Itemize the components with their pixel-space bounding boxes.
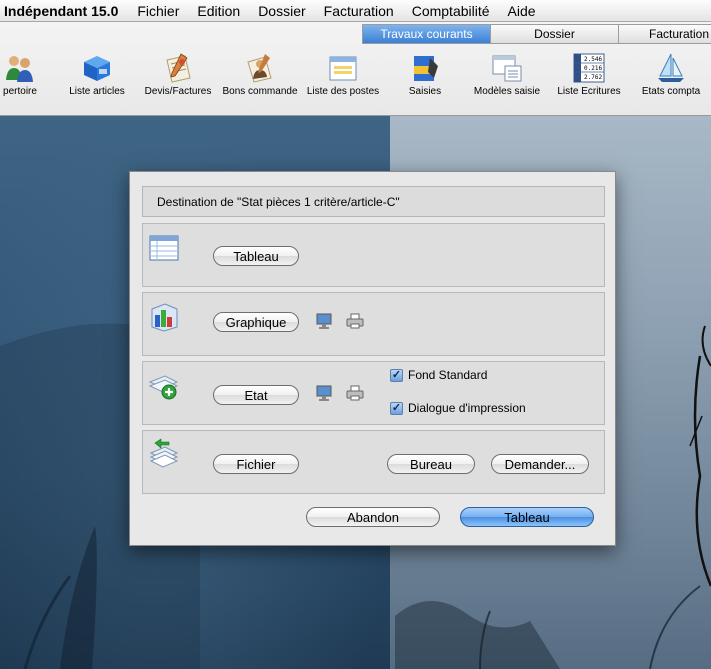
menu-comptabilite[interactable]: Comptabilité bbox=[403, 3, 499, 19]
abandon-button[interactable]: Abandon bbox=[306, 507, 440, 527]
window-list-icon bbox=[329, 56, 357, 81]
printer-icon[interactable] bbox=[346, 312, 364, 330]
tableau-panel: Tableau bbox=[142, 223, 605, 287]
menu-facturation[interactable]: Facturation bbox=[315, 3, 403, 19]
toolbar-saisies[interactable]: Saisies bbox=[400, 52, 450, 97]
toolbar-bons-commande[interactable]: Bons commande bbox=[222, 52, 298, 97]
templates-icon bbox=[492, 55, 522, 82]
bureau-button[interactable]: Bureau bbox=[387, 454, 475, 474]
app-menu[interactable]: Indépendant 15.0 bbox=[0, 3, 128, 19]
toolbar-liste-ecritures[interactable]: 2.546 0.216 2.762 Liste Ecritures bbox=[551, 52, 627, 97]
table-icon bbox=[149, 235, 179, 261]
box-icon bbox=[84, 56, 110, 81]
graphique-button[interactable]: Graphique bbox=[213, 312, 299, 332]
ok-button[interactable]: Tableau bbox=[460, 507, 594, 527]
report-add-icon bbox=[148, 375, 179, 400]
main-toolbar: Travaux courants Dossier Facturation per… bbox=[0, 22, 711, 116]
etat-button[interactable]: Etat bbox=[213, 385, 299, 405]
people-icon bbox=[6, 56, 33, 82]
toolbar-repertoire[interactable]: pertoire bbox=[0, 52, 42, 97]
checkmark-icon: ✓ bbox=[390, 401, 403, 415]
dialog-title: Destination de "Stat pièces 1 critère/ar… bbox=[142, 186, 605, 217]
tab-facturation[interactable]: Facturation bbox=[619, 24, 711, 44]
tab-dossier[interactable]: Dossier bbox=[491, 24, 619, 44]
demander-button[interactable]: Demander... bbox=[491, 454, 589, 474]
tableau-button[interactable]: Tableau bbox=[213, 246, 299, 266]
etat-panel: Etat ✓ Fond Standard ✓ Dialogue d'impres… bbox=[142, 361, 605, 425]
toolbar-modeles-saisie[interactable]: Modèles saisie bbox=[470, 52, 544, 97]
fichier-panel: Fichier Bureau Demander... bbox=[142, 430, 605, 494]
graphique-panel: Graphique bbox=[142, 292, 605, 356]
export-file-icon bbox=[149, 438, 179, 468]
menu-edition[interactable]: Edition bbox=[188, 3, 249, 19]
tab-travaux-courants[interactable]: Travaux courants bbox=[362, 24, 491, 44]
toolbar-liste-articles[interactable]: Liste articles bbox=[62, 52, 132, 97]
dialogue-impression-label: Dialogue d'impression bbox=[408, 401, 526, 415]
toolbar-etats-compta[interactable]: Etats compta bbox=[636, 52, 706, 97]
chart-icon bbox=[151, 303, 178, 332]
order-form-icon bbox=[247, 54, 272, 83]
document-pen-icon bbox=[166, 53, 191, 83]
fichier-button[interactable]: Fichier bbox=[213, 454, 299, 474]
data-entry-icon bbox=[414, 56, 438, 81]
svg-text:2.546: 2.546 bbox=[584, 56, 602, 63]
fond-standard-checkbox[interactable]: ✓ Fond Standard bbox=[390, 368, 487, 382]
fond-standard-label: Fond Standard bbox=[408, 368, 488, 382]
destination-dialog: Destination de "Stat pièces 1 critère/ar… bbox=[129, 171, 616, 546]
menu-dossier[interactable]: Dossier bbox=[249, 3, 314, 19]
menu-aide[interactable]: Aide bbox=[499, 3, 545, 19]
monitor-icon[interactable] bbox=[315, 312, 333, 330]
toolbar-liste-postes[interactable]: Liste des postes bbox=[304, 52, 382, 97]
printer-icon[interactable] bbox=[346, 384, 364, 402]
svg-text:2.762: 2.762 bbox=[584, 74, 602, 81]
ledger-icon: 2.546 0.216 2.762 bbox=[573, 53, 605, 83]
checkmark-icon: ✓ bbox=[390, 368, 403, 382]
sailboat-icon bbox=[658, 53, 684, 82]
toolbar-devis-factures[interactable]: Devis/Factures bbox=[140, 52, 216, 97]
monitor-icon[interactable] bbox=[315, 384, 333, 402]
menu-fichier[interactable]: Fichier bbox=[128, 3, 188, 19]
section-tabs: Travaux courants Dossier Facturation bbox=[362, 24, 711, 44]
svg-text:0.216: 0.216 bbox=[584, 65, 602, 72]
menu-bar: Indépendant 15.0 Fichier Edition Dossier… bbox=[0, 0, 711, 22]
dialogue-impression-checkbox[interactable]: ✓ Dialogue d'impression bbox=[390, 401, 526, 415]
